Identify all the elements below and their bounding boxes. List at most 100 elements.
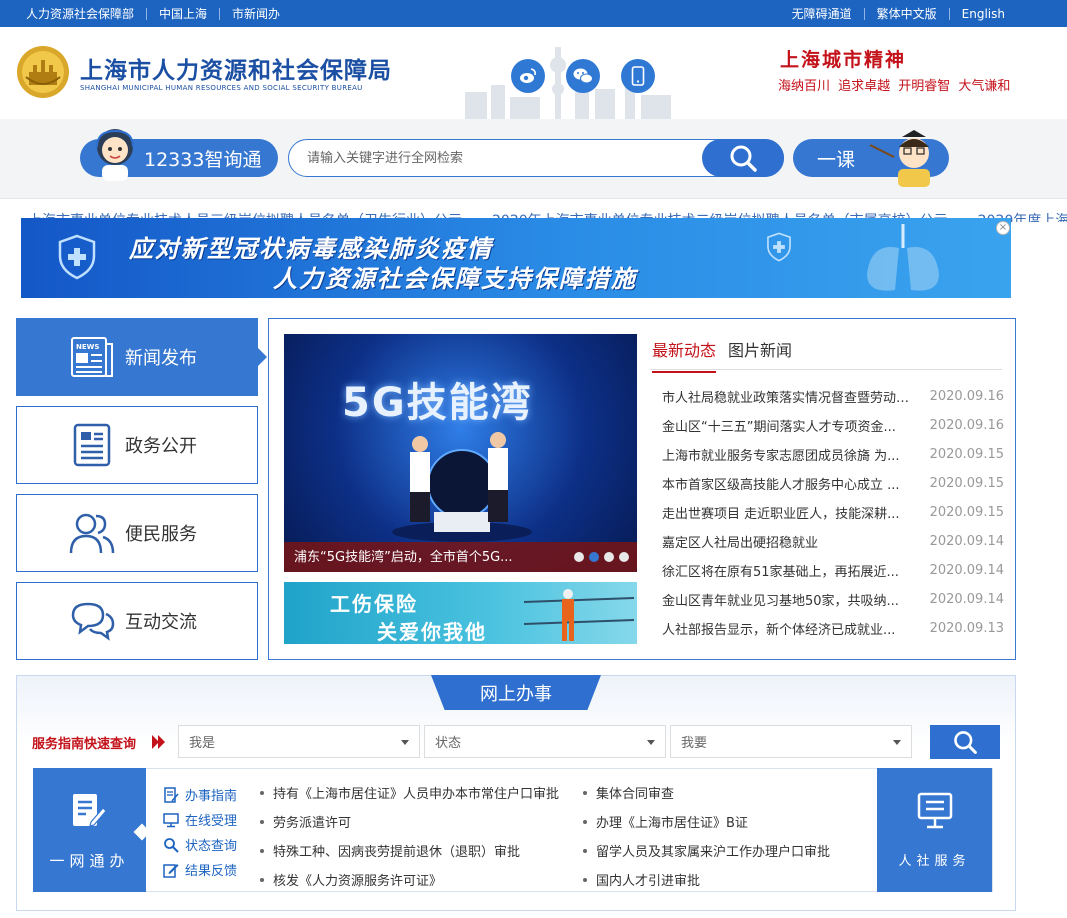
link-news-office[interactable]: 市新闻办 xyxy=(232,5,280,22)
news-title[interactable]: 上海市就业服务专家志愿团成员徐旖 为... xyxy=(662,445,920,464)
people-icon xyxy=(69,510,115,556)
news-title[interactable]: 市人社局稳就业政策落实情况督查暨劳动关系... xyxy=(662,387,920,406)
news-title[interactable]: 徐汇区将在原有51家基础上，再拓展近... xyxy=(662,561,920,580)
select-status[interactable]: 状态 xyxy=(424,725,666,758)
quick-query-label: 服务指南快速查询 xyxy=(32,737,137,752)
link-accessibility[interactable]: 无障碍通道 xyxy=(792,5,852,22)
banner-close-button[interactable]: × xyxy=(996,221,1010,235)
list-item[interactable]: 金山区青年就业见习基地50家，共吸纳... 2020.09.14 xyxy=(662,585,1004,614)
course-label: 一课 xyxy=(817,148,856,171)
nav-label: 便民服务 xyxy=(125,524,197,545)
news-photo-carousel[interactable]: 5G技能湾 浦东“5G技能湾”启动，全市首个5G... xyxy=(284,334,637,572)
hotline-label: 12333智询通 xyxy=(144,148,262,171)
guide-label: 状态查询 xyxy=(185,839,238,854)
guide-link[interactable]: 结果反馈 xyxy=(162,857,237,882)
news-date: 2020.09.14 xyxy=(929,592,1004,607)
promo-line-1: 工伤保险 xyxy=(330,592,418,616)
top-bar: 人力资源社会保障部 中国上海 市新闻办 无障碍通道 繁体中文版 English xyxy=(0,0,1067,27)
weibo-button[interactable] xyxy=(511,59,545,93)
city-spirit-title: 上海城市精神 xyxy=(780,49,907,71)
form-edit-icon xyxy=(73,794,107,827)
nav-government-affairs[interactable]: 政务公开 xyxy=(16,406,258,484)
news-title[interactable]: 人社部报告显示，新个体经济已成就业... xyxy=(662,619,920,638)
list-item[interactable]: 走出世赛项目 走近职业匠人，技能深耕... 2020.09.15 xyxy=(662,498,1004,527)
list-item[interactable]: 本市首家区级高技能人才服务中心成立 ... 2020.09.15 xyxy=(662,469,1004,498)
guide-link[interactable]: 办事指南 xyxy=(162,782,237,807)
epidemic-banner[interactable]: 应对新型冠状病毒感染肺炎疫情 人力资源社会保障支持保障措施 xyxy=(21,218,1011,298)
banner-line-2: 人力资源社会保障支持保障措施 xyxy=(273,265,637,293)
select-value: 我要 xyxy=(681,736,708,751)
service-item[interactable]: 持有《上海市居住证》人员申办本市常住户口审批 xyxy=(260,778,559,807)
divider xyxy=(219,7,221,20)
news-title[interactable]: 金山区青年就业见习基地50家，共吸纳... xyxy=(662,590,920,609)
hr-social-services-button[interactable]: 人社服务 xyxy=(877,768,992,892)
photo-caption[interactable]: 浦东“5G技能湾”启动，全市首个5G... xyxy=(294,546,513,565)
service-items-col-2: 集体合同审查 办理《上海市居住证》B证 留学人员及其家属来沪工作办理户口审批 国… xyxy=(583,778,830,894)
link-english[interactable]: English xyxy=(962,7,1005,21)
list-item[interactable]: 人社部报告显示，新个体经济已成就业... 2020.09.13 xyxy=(662,614,1004,643)
news-title[interactable]: 走出世赛项目 走近职业匠人，技能深耕... xyxy=(662,503,920,522)
tab-latest-news[interactable]: 最新动态 xyxy=(652,337,717,373)
search-icon xyxy=(954,731,977,754)
service-search-button[interactable] xyxy=(930,725,1000,759)
bureau-emblem-icon[interactable] xyxy=(16,45,70,99)
service-item[interactable]: 办理《上海市居住证》B证 xyxy=(583,807,830,836)
service-item[interactable]: 特殊工种、因病丧劳提前退休（退职）审批 xyxy=(260,836,559,865)
carousel-dot[interactable] xyxy=(604,552,614,562)
site-header: 上海市人力资源和社会保障局 SHANGHAI MUNICIPAL HUMAN R… xyxy=(0,27,1067,119)
one-network-service-button[interactable]: 一网通办 xyxy=(33,768,146,892)
chevron-down-icon xyxy=(401,740,409,745)
list-item[interactable]: 徐汇区将在原有51家基础上，再拓展近... 2020.09.14 xyxy=(662,556,1004,585)
link-china-shanghai[interactable]: 中国上海 xyxy=(159,5,207,22)
magnifier-icon xyxy=(162,836,180,854)
chat-bubbles-icon xyxy=(69,598,115,644)
news-title[interactable]: 嘉定区人社局出硬招稳就业 xyxy=(662,532,920,551)
select-identity[interactable]: 我是 xyxy=(178,725,420,758)
search-button[interactable] xyxy=(702,139,784,177)
list-item[interactable]: 嘉定区人社局出硬招稳就业 2020.09.14 xyxy=(662,527,1004,556)
nav-interaction[interactable]: 互动交流 xyxy=(16,582,258,660)
shield-icon xyxy=(58,234,96,280)
list-item[interactable]: 金山区“十三五”期间落实人才专项资金... 2020.09.16 xyxy=(662,411,1004,440)
ceremony-photo-icon xyxy=(392,432,532,542)
link-traditional-chinese[interactable]: 繁体中文版 xyxy=(877,5,937,22)
weibo-icon xyxy=(520,68,536,83)
city-spirit-slogan: 海纳百川 追求卓越 开明睿智 大气谦和 xyxy=(778,79,1011,94)
work-injury-insurance-banner[interactable]: 工伤保险 关爱你我他 xyxy=(284,582,637,644)
service-item[interactable]: 集体合同审查 xyxy=(583,778,830,807)
news-title[interactable]: 金山区“十三五”期间落实人才专项资金... xyxy=(662,416,920,435)
site-subtitle: SHANGHAI MUNICIPAL HUMAN RESOURCES AND S… xyxy=(80,84,363,92)
double-chevron-right-icon xyxy=(152,735,165,749)
search-input[interactable] xyxy=(307,140,697,176)
mobile-button[interactable] xyxy=(621,59,655,93)
guide-link[interactable]: 在线受理 xyxy=(162,807,237,832)
wechat-icon xyxy=(573,68,593,84)
service-item[interactable]: 留学人员及其家属来沪工作办理户口审批 xyxy=(583,836,830,865)
news-date: 2020.09.15 xyxy=(929,505,1004,520)
list-item[interactable]: 市人社局稳就业政策落实情况督查暨劳动关系... 2020.09.16 xyxy=(662,382,1004,411)
carousel-dot[interactable] xyxy=(574,552,584,562)
svg-text:NEWS: NEWS xyxy=(76,343,99,351)
carousel-dot[interactable] xyxy=(589,552,599,562)
one-network-label: 一网通办 xyxy=(49,852,130,870)
worker-icon xyxy=(524,589,634,641)
service-item[interactable]: 劳务派遣许可 xyxy=(260,807,559,836)
tab-photo-news[interactable]: 图片新闻 xyxy=(728,337,792,361)
wechat-button[interactable] xyxy=(566,59,600,93)
select-value: 状态 xyxy=(435,736,462,751)
site-title[interactable]: 上海市人力资源和社会保障局 xyxy=(80,51,392,85)
service-item[interactable]: 核发《人力资源服务许可证》 xyxy=(260,865,559,894)
nav-public-services[interactable]: 便民服务 xyxy=(16,494,258,572)
divider xyxy=(863,7,865,20)
guide-links: 办事指南 在线受理 状态查询 结果反馈 xyxy=(162,782,237,882)
list-item[interactable]: 上海市就业服务专家志愿团成员徐旖 为... 2020.09.15 xyxy=(662,440,1004,469)
link-mohrss[interactable]: 人力资源社会保障部 xyxy=(26,5,134,22)
service-mascot-icon xyxy=(96,129,134,181)
news-title[interactable]: 本市首家区级高技能人才服务中心成立 ... xyxy=(662,474,920,493)
nav-news-release[interactable]: NEWS 新闻发布 xyxy=(16,318,258,396)
search-icon xyxy=(730,145,757,172)
guide-link[interactable]: 状态查询 xyxy=(162,832,237,857)
carousel-dot[interactable] xyxy=(619,552,629,562)
service-item[interactable]: 国内人才引进审批 xyxy=(583,865,830,894)
select-need[interactable]: 我要 xyxy=(670,725,912,758)
